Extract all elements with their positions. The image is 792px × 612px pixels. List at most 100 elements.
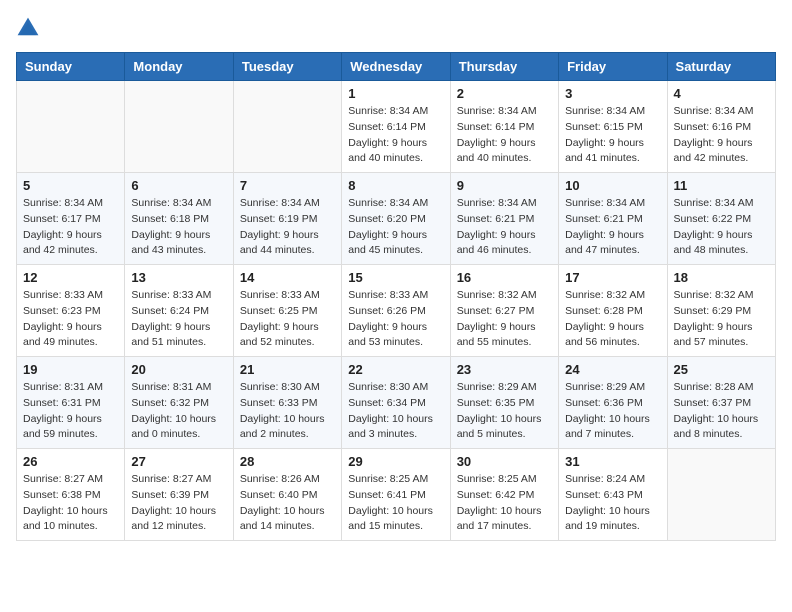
day-info: Sunrise: 8:34 AMSunset: 6:18 PMDaylight:… <box>131 196 226 259</box>
day-number: 14 <box>240 270 335 285</box>
day-number: 21 <box>240 362 335 377</box>
day-info: Sunrise: 8:34 AMSunset: 6:14 PMDaylight:… <box>457 104 552 167</box>
day-info: Sunrise: 8:34 AMSunset: 6:19 PMDaylight:… <box>240 196 335 259</box>
calendar-cell: 1 Sunrise: 8:34 AMSunset: 6:14 PMDaylight… <box>342 81 450 173</box>
calendar-cell: 12 Sunrise: 8:33 AMSunset: 6:23 PMDayligh… <box>17 265 125 357</box>
calendar-cell: 4Sunrise: 8:34 AMSunset: 6:16 PMDaylight… <box>667 81 775 173</box>
day-info: Sunrise: 8:34 AMSunset: 6:15 PMDaylight:… <box>565 104 660 167</box>
calendar-cell: 7 Sunrise: 8:34 AMSunset: 6:19 PMDaylight… <box>233 173 341 265</box>
calendar-cell: 18 Sunrise: 8:32 AMSunset: 6:29 PMDayligh… <box>667 265 775 357</box>
day-info: Sunrise: 8:32 AMSunset: 6:27 PMDaylight:… <box>457 288 552 351</box>
calendar-cell <box>667 449 775 541</box>
calendar-cell: 16 Sunrise: 8:32 AMSunset: 6:27 PMDayligh… <box>450 265 558 357</box>
calendar-week-row: 26 Sunrise: 8:27 AMSunset: 6:38 PMDayligh… <box>17 449 776 541</box>
day-info: Sunrise: 8:25 AMSunset: 6:41 PMDaylight:… <box>348 472 443 535</box>
day-info: Sunrise: 8:34 AMSunset: 6:20 PMDaylight:… <box>348 196 443 259</box>
day-info: Sunrise: 8:34 AMSunset: 6:14 PMDaylight:… <box>348 104 443 167</box>
calendar-cell: 30Sunrise: 8:25 AMSunset: 6:42 PMDayligh… <box>450 449 558 541</box>
calendar-week-row: 1 Sunrise: 8:34 AMSunset: 6:14 PMDaylight… <box>17 81 776 173</box>
calendar-cell: 14 Sunrise: 8:33 AMSunset: 6:25 PMDayligh… <box>233 265 341 357</box>
day-number: 10 <box>565 178 660 193</box>
calendar-cell: 11 Sunrise: 8:34 AMSunset: 6:22 PMDayligh… <box>667 173 775 265</box>
day-info: Sunrise: 8:29 AMSunset: 6:36 PMDaylight:… <box>565 380 660 443</box>
day-info: Sunrise: 8:34 AMSunset: 6:21 PMDaylight:… <box>457 196 552 259</box>
calendar-week-row: 5Sunrise: 8:34 AMSunset: 6:17 PMDaylight… <box>17 173 776 265</box>
day-number: 6 <box>131 178 226 193</box>
calendar-table: SundayMondayTuesdayWednesdayThursdayFrid… <box>16 52 776 541</box>
day-number: 25 <box>674 362 769 377</box>
calendar-cell: 5Sunrise: 8:34 AMSunset: 6:17 PMDaylight… <box>17 173 125 265</box>
day-number: 7 <box>240 178 335 193</box>
day-number: 3 <box>565 86 660 101</box>
day-number: 16 <box>457 270 552 285</box>
logo <box>16 16 44 40</box>
day-number: 15 <box>348 270 443 285</box>
day-info: Sunrise: 8:26 AMSunset: 6:40 PMDaylight:… <box>240 472 335 535</box>
day-number: 1 <box>348 86 443 101</box>
day-number: 17 <box>565 270 660 285</box>
day-info: Sunrise: 8:30 AMSunset: 6:34 PMDaylight:… <box>348 380 443 443</box>
day-info: Sunrise: 8:31 AMSunset: 6:32 PMDaylight:… <box>131 380 226 443</box>
weekday-header-wednesday: Wednesday <box>342 53 450 81</box>
calendar-cell: 24 Sunrise: 8:29 AMSunset: 6:36 PMDayligh… <box>559 357 667 449</box>
calendar-cell: 3 Sunrise: 8:34 AMSunset: 6:15 PMDaylight… <box>559 81 667 173</box>
calendar-cell: 13 Sunrise: 8:33 AMSunset: 6:24 PMDayligh… <box>125 265 233 357</box>
day-info: Sunrise: 8:28 AMSunset: 6:37 PMDaylight:… <box>674 380 769 443</box>
day-number: 4 <box>674 86 769 101</box>
weekday-header-saturday: Saturday <box>667 53 775 81</box>
day-info: Sunrise: 8:34 AMSunset: 6:22 PMDaylight:… <box>674 196 769 259</box>
day-number: 2 <box>457 86 552 101</box>
weekday-header-row: SundayMondayTuesdayWednesdayThursdayFrid… <box>17 53 776 81</box>
day-number: 12 <box>23 270 118 285</box>
calendar-cell: 15 Sunrise: 8:33 AMSunset: 6:26 PMDayligh… <box>342 265 450 357</box>
weekday-header-tuesday: Tuesday <box>233 53 341 81</box>
calendar-cell: 17Sunrise: 8:32 AMSunset: 6:28 PMDayligh… <box>559 265 667 357</box>
day-number: 20 <box>131 362 226 377</box>
weekday-header-thursday: Thursday <box>450 53 558 81</box>
day-number: 31 <box>565 454 660 469</box>
day-number: 22 <box>348 362 443 377</box>
calendar-cell: 2 Sunrise: 8:34 AMSunset: 6:14 PMDaylight… <box>450 81 558 173</box>
calendar-cell <box>125 81 233 173</box>
calendar-cell: 29 Sunrise: 8:25 AMSunset: 6:41 PMDayligh… <box>342 449 450 541</box>
weekday-header-sunday: Sunday <box>17 53 125 81</box>
day-info: Sunrise: 8:33 AMSunset: 6:24 PMDaylight:… <box>131 288 226 351</box>
calendar-cell: 9 Sunrise: 8:34 AMSunset: 6:21 PMDaylight… <box>450 173 558 265</box>
day-info: Sunrise: 8:34 AMSunset: 6:17 PMDaylight:… <box>23 196 118 259</box>
day-info: Sunrise: 8:33 AMSunset: 6:25 PMDaylight:… <box>240 288 335 351</box>
calendar-cell: 21 Sunrise: 8:30 AMSunset: 6:33 PMDayligh… <box>233 357 341 449</box>
day-number: 8 <box>348 178 443 193</box>
day-number: 11 <box>674 178 769 193</box>
calendar-cell: 28 Sunrise: 8:26 AMSunset: 6:40 PMDayligh… <box>233 449 341 541</box>
day-info: Sunrise: 8:29 AMSunset: 6:35 PMDaylight:… <box>457 380 552 443</box>
day-number: 9 <box>457 178 552 193</box>
day-info: Sunrise: 8:31 AMSunset: 6:31 PMDaylight:… <box>23 380 118 443</box>
day-info: Sunrise: 8:27 AMSunset: 6:38 PMDaylight:… <box>23 472 118 535</box>
weekday-header-monday: Monday <box>125 53 233 81</box>
logo-icon <box>16 16 40 40</box>
day-number: 18 <box>674 270 769 285</box>
calendar-cell <box>233 81 341 173</box>
day-info: Sunrise: 8:24 AMSunset: 6:43 PMDaylight:… <box>565 472 660 535</box>
calendar-cell: 20 Sunrise: 8:31 AMSunset: 6:32 PMDayligh… <box>125 357 233 449</box>
calendar-cell: 19Sunrise: 8:31 AMSunset: 6:31 PMDayligh… <box>17 357 125 449</box>
weekday-header-friday: Friday <box>559 53 667 81</box>
calendar-week-row: 19Sunrise: 8:31 AMSunset: 6:31 PMDayligh… <box>17 357 776 449</box>
day-number: 13 <box>131 270 226 285</box>
day-number: 27 <box>131 454 226 469</box>
calendar-cell: 8 Sunrise: 8:34 AMSunset: 6:20 PMDaylight… <box>342 173 450 265</box>
day-number: 26 <box>23 454 118 469</box>
day-info: Sunrise: 8:33 AMSunset: 6:26 PMDaylight:… <box>348 288 443 351</box>
day-info: Sunrise: 8:33 AMSunset: 6:23 PMDaylight:… <box>23 288 118 351</box>
day-number: 28 <box>240 454 335 469</box>
calendar-cell: 25 Sunrise: 8:28 AMSunset: 6:37 PMDayligh… <box>667 357 775 449</box>
calendar-cell <box>17 81 125 173</box>
day-info: Sunrise: 8:25 AMSunset: 6:42 PMDaylight:… <box>457 472 552 535</box>
calendar-cell: 22 Sunrise: 8:30 AMSunset: 6:34 PMDayligh… <box>342 357 450 449</box>
day-number: 24 <box>565 362 660 377</box>
day-info: Sunrise: 8:30 AMSunset: 6:33 PMDaylight:… <box>240 380 335 443</box>
calendar-cell: 10Sunrise: 8:34 AMSunset: 6:21 PMDayligh… <box>559 173 667 265</box>
day-info: Sunrise: 8:32 AMSunset: 6:29 PMDaylight:… <box>674 288 769 351</box>
day-number: 29 <box>348 454 443 469</box>
calendar-week-row: 12 Sunrise: 8:33 AMSunset: 6:23 PMDayligh… <box>17 265 776 357</box>
